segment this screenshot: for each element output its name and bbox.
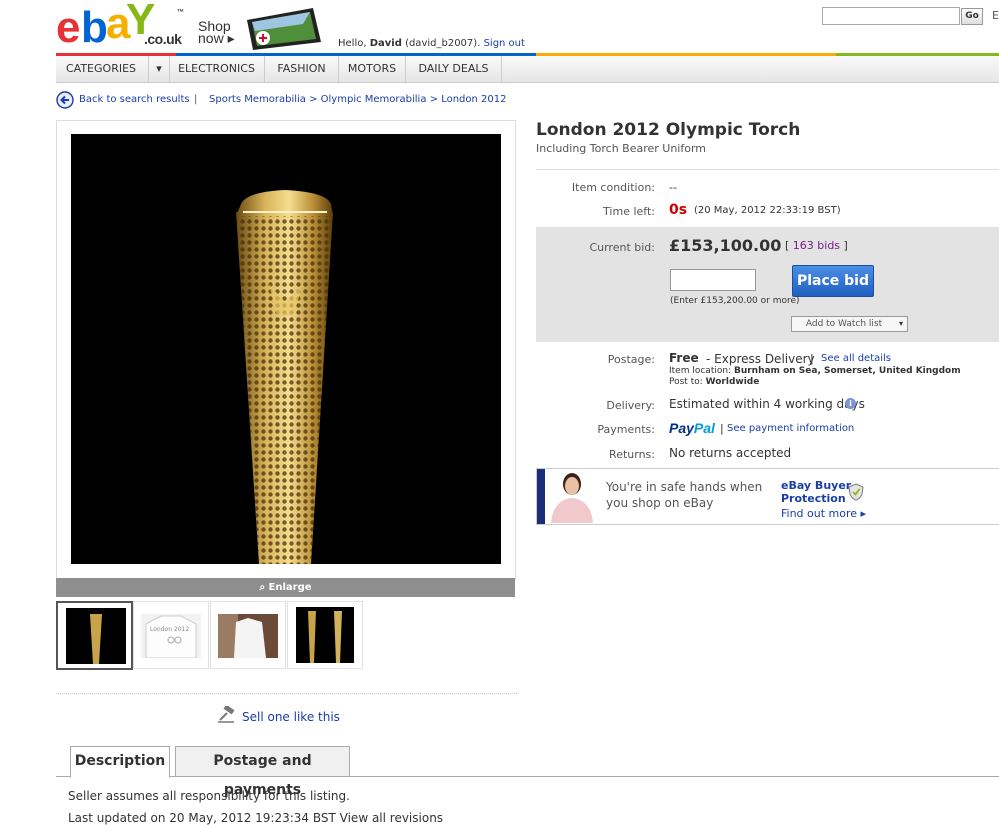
safe-hands-line2: you shop on eBay bbox=[606, 496, 714, 510]
nav-categories[interactable]: CATEGORIES bbox=[56, 56, 146, 82]
info-icon[interactable]: i bbox=[845, 398, 856, 409]
shop-now-promo[interactable]: Shop now ▸ bbox=[198, 19, 235, 46]
logo-letter-e: e bbox=[56, 3, 81, 52]
user-name: David bbox=[369, 38, 402, 49]
tab-description[interactable]: Description bbox=[70, 746, 170, 778]
returns-label: Returns: bbox=[609, 448, 655, 461]
post-to-value: Worldwide bbox=[705, 377, 760, 387]
logo-trademark: ™ bbox=[177, 9, 184, 16]
item-title: London 2012 Olympic Torch bbox=[536, 120, 801, 140]
banner-accent-bar bbox=[537, 469, 545, 524]
condition-label: Item condition: bbox=[571, 181, 655, 194]
main-nav: CATEGORIES ▾ ELECTRONICS FASHION MOTORS … bbox=[56, 56, 999, 83]
paypal-pay: Pay bbox=[669, 420, 694, 436]
nav-categories-dropdown[interactable]: ▾ bbox=[148, 56, 170, 82]
delivery-value: Estimated within 4 working days bbox=[669, 397, 865, 411]
thumbnail-uniform-hanging[interactable] bbox=[210, 601, 286, 669]
postage-service: - Express Delivery bbox=[706, 352, 815, 366]
postage-separator: | bbox=[810, 352, 814, 365]
thumbnail-uniform-hanging-image bbox=[218, 614, 278, 658]
bid-count: [ 163 bids ] bbox=[785, 239, 848, 252]
time-left-label: Time left: bbox=[603, 205, 655, 218]
sign-out-link[interactable]: Sign out bbox=[484, 38, 525, 49]
buyer-protection-title1: eBay Buyer bbox=[781, 479, 852, 492]
olympic-torch-image bbox=[236, 190, 333, 564]
bids-bracket-close: ] bbox=[843, 239, 848, 252]
user-greeting: Hello, David (david_b2007). Sign out bbox=[338, 38, 525, 49]
watch-list-dropdown[interactable]: ▾ bbox=[895, 316, 908, 332]
location-value: Burnham on Sea, Somerset, United Kingdom bbox=[733, 366, 961, 376]
item-subtitle: Including Torch Bearer Uniform bbox=[536, 142, 707, 155]
end-date: (20 May, 2012 22:33:19 BST) bbox=[694, 205, 841, 216]
postage-free: Free bbox=[669, 351, 699, 365]
user-id: (david_b2007). bbox=[405, 38, 481, 49]
thumbnail-two-torches[interactable] bbox=[287, 601, 363, 669]
last-updated-text: Last updated on 20 May, 2012 19:23:34 BS… bbox=[68, 811, 444, 825]
enlarge-button[interactable]: ⌕ Enlarge bbox=[56, 578, 515, 597]
time-left-value: 0s bbox=[669, 202, 688, 218]
see-all-details-link[interactable]: See all details bbox=[821, 353, 891, 364]
thumbnail-uniform[interactable]: London 2012 bbox=[133, 601, 209, 669]
nav-daily-deals[interactable]: DAILY DEALS bbox=[406, 56, 502, 82]
tablet-promo-image[interactable] bbox=[243, 6, 323, 50]
bid-amount-input[interactable] bbox=[670, 269, 756, 291]
returns-value: No returns accepted bbox=[669, 446, 792, 460]
delivery-label: Delivery: bbox=[606, 399, 655, 412]
buyer-protection-title: eBay Buyer Protection bbox=[781, 479, 851, 505]
thumbnail-torch[interactable] bbox=[56, 601, 133, 670]
gallery-divider bbox=[56, 693, 517, 694]
bids-bracket-open: [ bbox=[785, 239, 790, 252]
nav-fashion[interactable]: FASHION bbox=[265, 56, 339, 82]
safe-hands-text: You're in safe hands when you shop on eB… bbox=[606, 479, 762, 511]
payments-separator: | bbox=[720, 422, 724, 435]
breadcrumb[interactable]: Sports Memorabilia > Olympic Memorabilia… bbox=[209, 94, 506, 105]
item-location: Item location: Burnham on Sea, Somerset,… bbox=[669, 366, 961, 388]
woman-photo bbox=[545, 470, 600, 523]
current-bid-price: £153,100.00 bbox=[669, 236, 782, 255]
paypal-pal: Pal bbox=[693, 420, 715, 436]
main-product-image[interactable] bbox=[71, 134, 501, 564]
gavel-icon bbox=[218, 706, 235, 723]
thumbnail-uniform-text: London 2012 bbox=[150, 626, 190, 633]
back-to-search-link[interactable]: Back to search results bbox=[79, 94, 190, 105]
bid-hint: (Enter £153,200.00 or more) bbox=[670, 296, 800, 306]
enlarge-label: Enlarge bbox=[268, 582, 312, 593]
back-arrow-icon[interactable] bbox=[56, 91, 74, 109]
ebay-logo[interactable]: e b a Y ™ .co.uk bbox=[56, 0, 186, 52]
greeting-prefix: Hello, bbox=[338, 38, 367, 49]
thumbnail-uniform-image bbox=[141, 614, 201, 658]
post-to-label: Post to: bbox=[669, 377, 703, 387]
description-text: Seller assumes all responsibility for th… bbox=[68, 789, 350, 803]
tab-postage-and-payments[interactable]: Postage and payments bbox=[175, 746, 350, 798]
search-input[interactable] bbox=[822, 7, 960, 25]
add-to-watch-list-button[interactable]: Add to Watch list bbox=[791, 316, 897, 332]
place-bid-button[interactable]: Place bid bbox=[792, 265, 874, 297]
see-payment-information-link[interactable]: See payment information bbox=[727, 423, 854, 434]
logo-letter-a: a bbox=[106, 0, 131, 48]
current-bid-label: Current bid: bbox=[589, 241, 655, 254]
paypal-logo: PayPal bbox=[669, 420, 715, 436]
header-cut-text: E bbox=[992, 9, 999, 22]
buyer-protection-title2: Protection bbox=[781, 492, 846, 505]
find-out-more-link[interactable]: Find out more ▸ bbox=[781, 507, 866, 520]
logo-letter-b: b bbox=[81, 3, 108, 52]
location-label: Item location: bbox=[669, 366, 732, 376]
sell-one-like-this-link[interactable]: Sell one like this bbox=[242, 710, 340, 724]
nav-electronics[interactable]: ELECTRONICS bbox=[169, 56, 265, 82]
search-go-button[interactable]: Go bbox=[961, 8, 983, 25]
logo-domain: .co.uk bbox=[144, 31, 182, 47]
bid-history-link[interactable]: 163 bids bbox=[793, 239, 840, 252]
nav-motors[interactable]: MOTORS bbox=[339, 56, 406, 82]
thumbnail-torch-image bbox=[66, 608, 126, 664]
shop-now-line2: now ▸ bbox=[198, 30, 235, 46]
thumbnail-two-torches-image bbox=[296, 607, 354, 663]
shield-icon bbox=[848, 483, 864, 501]
magnifier-icon: ⌕ bbox=[259, 582, 266, 593]
safe-hands-line1: You're in safe hands when bbox=[606, 480, 763, 494]
payments-label: Payments: bbox=[597, 423, 655, 436]
postage-label: Postage: bbox=[607, 353, 655, 366]
details-divider bbox=[536, 169, 999, 170]
breadcrumb-separator: | bbox=[194, 94, 198, 105]
condition-value: -- bbox=[669, 181, 677, 194]
